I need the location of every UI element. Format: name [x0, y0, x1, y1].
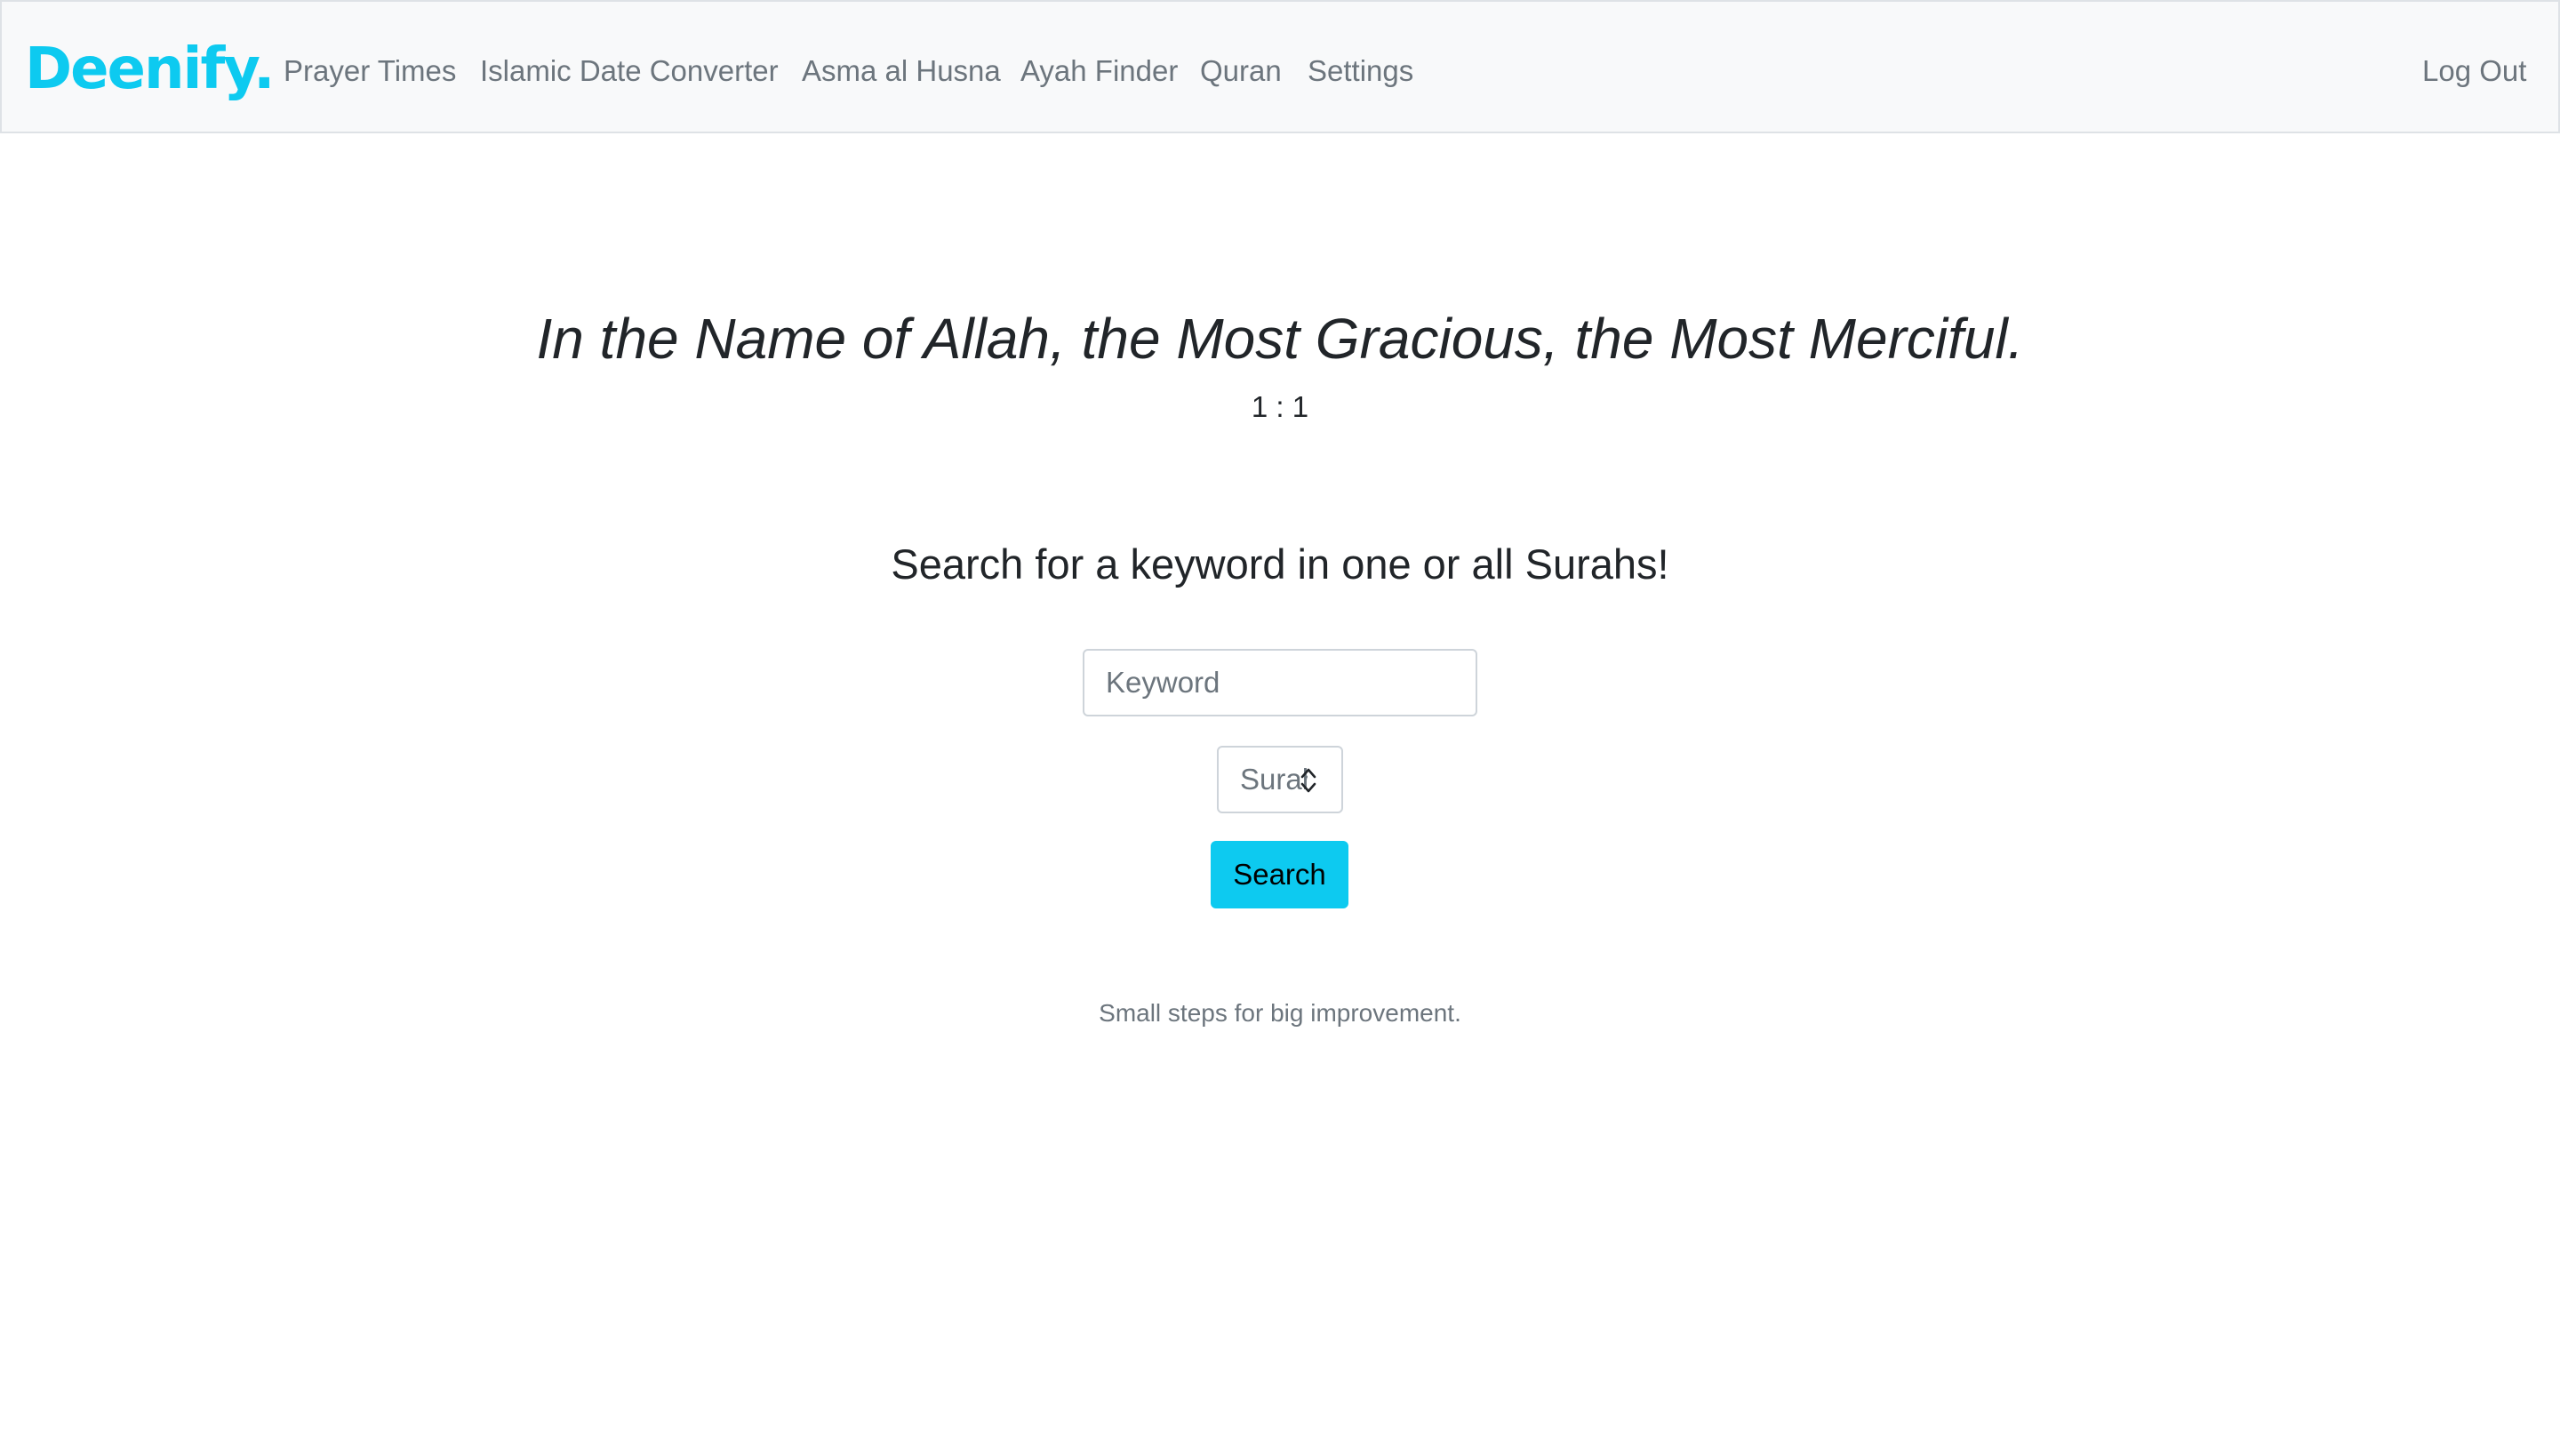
search-heading: Search for a keyword in one or all Surah… — [891, 540, 1669, 588]
nav-link-ayah-finder[interactable]: Ayah Finder — [1020, 53, 1178, 89]
nav-link-asma-al-husna[interactable]: Asma al Husna — [802, 53, 1001, 89]
surah-input[interactable] — [1219, 748, 1308, 812]
nav-link-prayer-times[interactable]: Prayer Times — [284, 53, 456, 89]
surah-number-field[interactable] — [1217, 746, 1343, 813]
up-down-spinner-icon[interactable] — [1299, 765, 1318, 796]
verse-reference: 1 : 1 — [1251, 390, 1309, 423]
verse-text: In the Name of Allah, the Most Gracious,… — [536, 307, 2024, 371]
logout-link[interactable]: Log Out — [2422, 53, 2526, 89]
nav-link-quran[interactable]: Quran — [1200, 53, 1282, 89]
nav-link-settings[interactable]: Settings — [1308, 53, 1413, 89]
footer-tagline: Small steps for big improvement. — [1099, 999, 1461, 1027]
navbar: Deenify. Prayer Times Islamic Date Conve… — [0, 0, 2560, 133]
search-button[interactable]: Search — [1211, 841, 1348, 908]
nav-link-islamic-date-converter[interactable]: Islamic Date Converter — [480, 53, 779, 89]
keyword-input[interactable] — [1083, 649, 1477, 716]
brand-logo[interactable]: Deenify. — [25, 36, 275, 103]
